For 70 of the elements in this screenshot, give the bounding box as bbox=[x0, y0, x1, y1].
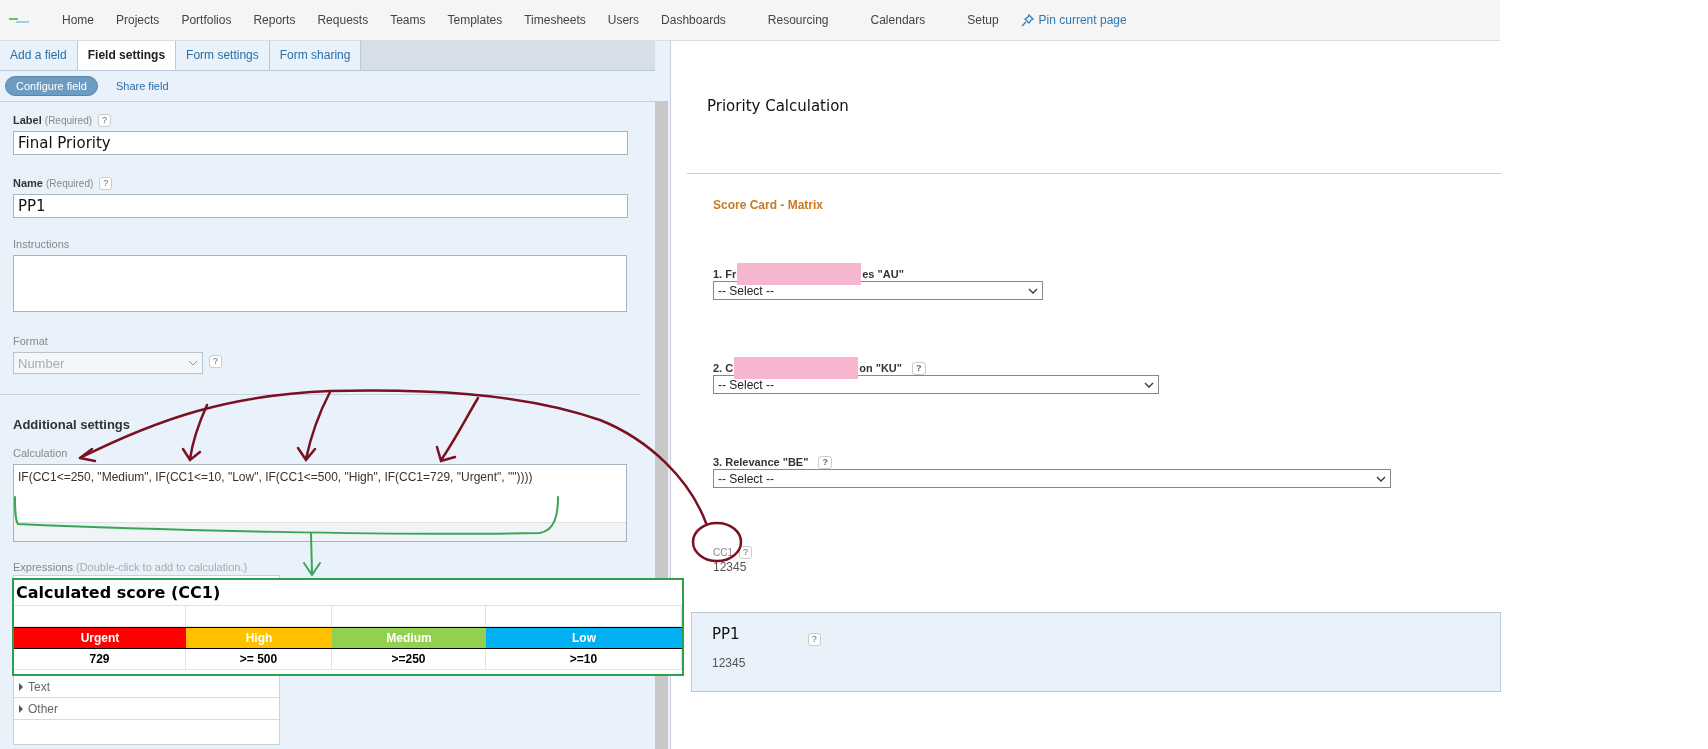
table-header: High bbox=[186, 627, 332, 649]
field-label: Format bbox=[13, 335, 48, 347]
help-icon[interactable]: ? bbox=[807, 633, 821, 646]
table-cell: 729 bbox=[14, 649, 186, 670]
section-title: Score Card - Matrix bbox=[713, 198, 825, 212]
form-title: Priority Calculation bbox=[707, 97, 850, 115]
select-dropdown[interactable]: -- Select -- bbox=[713, 469, 1391, 488]
field-label: Expressions (Double-click to add to calculation.) bbox=[13, 561, 249, 573]
nav-link[interactable]: Reports bbox=[253, 13, 296, 27]
pin-link[interactable]: Pin current page bbox=[1020, 13, 1127, 27]
nav-link[interactable]: Teams bbox=[390, 13, 426, 27]
chevron-icon bbox=[1144, 381, 1154, 388]
nav-link[interactable]: Dashboards bbox=[661, 13, 726, 27]
annotation-arrow bbox=[296, 390, 332, 462]
annotation-arrow bbox=[78, 447, 97, 463]
nav-link[interactable]: Setup bbox=[967, 13, 999, 27]
chevron-icon bbox=[1376, 475, 1386, 482]
annotation-arrow bbox=[435, 396, 480, 463]
question-label: 3. Relevance "BE" bbox=[713, 455, 809, 468]
select-dropdown[interactable]: -- Select -- bbox=[713, 375, 1159, 394]
help-icon[interactable]: ? bbox=[98, 113, 112, 127]
nav-link[interactable]: Timesheets bbox=[524, 13, 586, 27]
table-cell: >= 500 bbox=[186, 649, 332, 670]
calculation-field[interactable]: IF(CC1<=250, "Medium", IF(CC1<=10, "Low", IF(CC1<=500, "High", IF(CC1=729, "Urgent", "")))) bbox=[13, 464, 627, 542]
question-label: 1. Fr bbox=[713, 267, 737, 280]
chevron-icon bbox=[188, 360, 198, 366]
tab[interactable]: Form sharing bbox=[269, 41, 362, 70]
nav-link[interactable]: Resourcing bbox=[767, 13, 829, 27]
text-field[interactable]: Final Priority bbox=[13, 131, 628, 155]
nav-link[interactable]: Home bbox=[62, 13, 94, 27]
help-icon[interactable]: ? bbox=[99, 176, 113, 190]
question-label: 2. C bbox=[713, 361, 734, 374]
help-icon[interactable]: ? bbox=[739, 546, 753, 559]
table-cell: >=10 bbox=[486, 649, 682, 670]
tab[interactable]: Field settings bbox=[77, 41, 177, 70]
help-icon[interactable]: ? bbox=[912, 361, 926, 375]
field-label: Calculation bbox=[13, 447, 68, 459]
table-header: Urgent bbox=[14, 627, 186, 649]
tab[interactable]: Add a field bbox=[0, 41, 78, 70]
nav-link[interactable]: Calendars bbox=[870, 13, 926, 27]
field-label: Instructions bbox=[13, 238, 70, 250]
field-value: 12345 bbox=[712, 656, 747, 670]
field-label: Name (Required) bbox=[13, 177, 94, 189]
help-icon[interactable]: ? bbox=[818, 455, 832, 469]
chevron-icon bbox=[1028, 287, 1038, 294]
annotation-arrow bbox=[181, 403, 209, 462]
pin-icon bbox=[1020, 13, 1034, 27]
nav-link[interactable]: Portfolios bbox=[181, 13, 232, 27]
field-value: 12345 bbox=[713, 560, 748, 574]
table-title: Calculated score (CC1) bbox=[14, 580, 682, 606]
table-header: Medium bbox=[332, 627, 486, 649]
nav-link[interactable]: Requests bbox=[317, 13, 369, 27]
instructions-field[interactable] bbox=[13, 255, 627, 312]
field-label: PP1 bbox=[712, 625, 740, 643]
table-cell: >=250 bbox=[332, 649, 486, 670]
expression-group[interactable]: Other bbox=[14, 698, 279, 720]
field-label: Label (Required) bbox=[13, 114, 93, 126]
table-header: Low bbox=[486, 627, 682, 649]
nav-link[interactable]: Projects bbox=[116, 13, 160, 27]
field-label: CC1 bbox=[713, 547, 733, 558]
subtab[interactable]: Share field bbox=[105, 77, 179, 95]
nav-link[interactable]: Templates bbox=[447, 13, 503, 27]
annotation-circle bbox=[691, 521, 743, 563]
nav-link[interactable]: Users bbox=[607, 13, 640, 27]
section-title: Additional settings bbox=[13, 417, 131, 432]
text-field[interactable]: PP1 bbox=[13, 194, 628, 218]
question-label: on "KU" bbox=[859, 361, 902, 374]
question-label: es "AU" bbox=[862, 267, 904, 280]
select-dropdown[interactable]: -- Select -- bbox=[713, 281, 1043, 300]
tab[interactable]: Form settings bbox=[176, 41, 270, 70]
